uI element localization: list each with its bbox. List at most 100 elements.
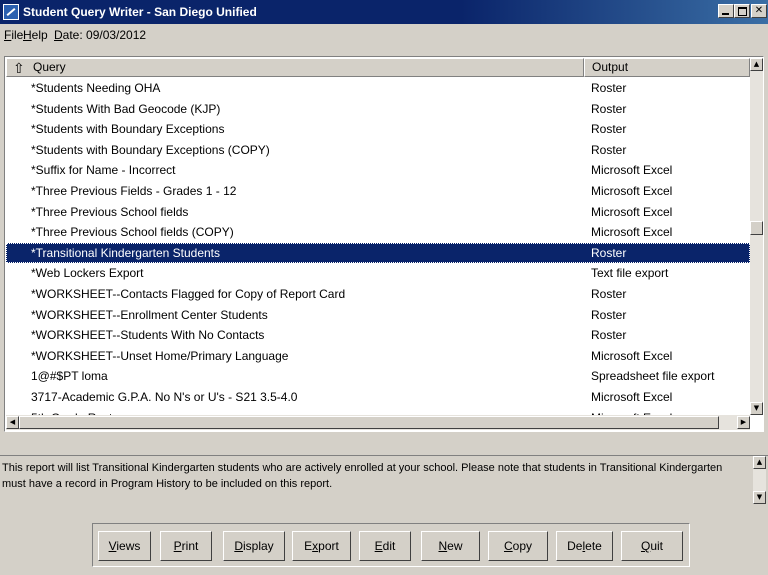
menu-help-key: H — [23, 28, 32, 42]
window-title: Student Query Writer - San Diego Unified — [23, 5, 257, 19]
output-type-cell: Roster — [591, 122, 627, 137]
query-rows: *Students Needing OHA Roster *Students Wit… — [6, 78, 750, 415]
output-type-cell: Roster — [591, 142, 627, 157]
query-name-cell: *Three Previous Fields - Grades 1 - 12 — [31, 183, 237, 198]
output-type-cell: Microsoft Excel — [591, 183, 673, 198]
new-button[interactable]: New — [421, 531, 480, 561]
copy-button[interactable]: Copy — [488, 531, 548, 561]
app-icon — [3, 4, 19, 20]
table-row[interactable]: *Three Previous School fields (COPY) Micr… — [6, 222, 750, 243]
menu-date-rest: ate: 09/03/2012 — [62, 28, 147, 42]
scroll-right-arrow-icon[interactable]: ▶ — [737, 416, 750, 429]
export-button[interactable]: Export — [292, 531, 351, 561]
output-type-cell: Microsoft Excel — [591, 348, 673, 363]
new-label-key: N — [438, 539, 448, 553]
edit-label-key: E — [374, 539, 383, 553]
query-name-cell: *Students Needing OHA — [31, 81, 161, 95]
vertical-scrollbar[interactable]: ▲ ▼ — [750, 58, 763, 415]
column-header-query[interactable]: ⇧ Query — [6, 58, 584, 77]
quit-label-key: Q — [640, 539, 651, 553]
copy-label-key: C — [503, 539, 513, 553]
close-button[interactable]: ✕ — [751, 4, 767, 18]
output-type-cell: Microsoft Excel — [591, 204, 673, 219]
sort-up-arrow-icon: ⇧ — [13, 60, 25, 76]
table-row[interactable]: 3717-Academic G.P.A. No N's or U's - S21… — [6, 387, 750, 408]
horizontal-scrollbar[interactable]: ◀ ▶ — [6, 415, 750, 430]
scroll-left-arrow-icon[interactable]: ◀ — [6, 416, 19, 429]
views-button[interactable]: Views — [98, 531, 151, 561]
table-row[interactable]: *Transitional Kindergarten Students Roste… — [6, 242, 750, 264]
query-name-cell: *WORKSHEET--Unset Home/Primary Language — [31, 348, 289, 363]
output-type-cell: Microsoft Excel — [591, 389, 673, 404]
output-type-cell: Spreadsheet file export — [591, 369, 715, 384]
table-row[interactable]: *WORKSHEET--Students With No Contacts Ros… — [6, 325, 750, 346]
query-name-cell: *Students with Boundary Exceptions — [31, 122, 225, 137]
menu-help[interactable]: Help — [23, 28, 48, 42]
delete-button[interactable]: Delete — [556, 531, 613, 561]
output-type-cell: Roster — [591, 81, 627, 95]
quit-label-post: uit — [650, 539, 664, 553]
new-label-post: ew — [447, 539, 463, 553]
description-scrollbar[interactable]: ▲ ▼ — [753, 456, 766, 504]
edit-label-post: dit — [382, 539, 396, 553]
menu-date-key: D — [54, 28, 63, 42]
table-row[interactable]: *Three Previous School fields Microsoft E… — [6, 202, 750, 223]
edit-button[interactable]: Edit — [359, 531, 411, 561]
description-scroll-up-icon[interactable]: ▲ — [753, 456, 766, 469]
table-row[interactable]: *WORKSHEET--Enrollment Center Students Ro… — [6, 305, 750, 326]
table-row[interactable]: *Students with Boundary Exceptions (COPY… — [6, 140, 750, 161]
table-row[interactable]: *Suffix for Name - Incorrect Microsoft Ex… — [6, 160, 750, 181]
column-header-output[interactable]: Output — [584, 58, 750, 77]
query-name-cell: *WORKSHEET--Contacts Flagged for Copy of… — [31, 286, 346, 301]
output-type-cell: Roster — [591, 328, 627, 343]
column-header-output-label: Output — [592, 60, 629, 74]
output-type-cell: Microsoft Excel — [591, 225, 673, 240]
query-name-cell: 3717-Academic G.P.A. No N's or U's - S21… — [31, 389, 298, 404]
minimize-button[interactable] — [718, 4, 734, 18]
query-name-cell: *Three Previous School fields — [31, 204, 189, 219]
query-name-cell: 5th Grade Roster — [31, 408, 123, 416]
query-name-cell: *Students With Bad Geocode (KJP) — [31, 101, 221, 116]
scroll-thumb[interactable] — [750, 221, 763, 235]
table-row[interactable]: *Web Lockers Export Text file export — [6, 263, 750, 284]
print-label-key: P — [173, 539, 182, 553]
output-type-cell: Roster — [591, 286, 627, 301]
table-row[interactable]: *Students With Bad Geocode (KJP) Roster — [6, 99, 750, 120]
output-type-cell: Roster — [591, 307, 627, 322]
title-bar[interactable]: Student Query Writer - San Diego Unified… — [0, 0, 768, 24]
table-row[interactable]: *WORKSHEET--Unset Home/Primary Language M… — [6, 346, 750, 367]
query-list[interactable]: ⇧ Query Output *Students Needing OHA Rost… — [4, 56, 764, 432]
display-label-key: D — [234, 539, 243, 553]
menu-date[interactable]: Date: 09/03/2012 — [54, 28, 146, 42]
table-row[interactable]: *Three Previous Fields - Grades 1 - 12 Mi… — [6, 181, 750, 202]
output-type-cell: Roster — [591, 245, 627, 260]
display-button[interactable]: Display — [223, 531, 285, 561]
menu-help-rest: elp — [31, 28, 48, 42]
table-row[interactable]: 5th Grade Roster Microsoft Excel — [6, 408, 750, 416]
table-row[interactable]: *WORKSHEET--Contacts Flagged for Copy of… — [6, 284, 750, 305]
views-label-post: iews — [116, 539, 141, 553]
column-header-query-label: Query — [33, 60, 66, 74]
description-panel: This report will list Transitional Kinde… — [0, 455, 768, 504]
export-label-post: port — [318, 539, 339, 553]
description-scroll-down-icon[interactable]: ▼ — [753, 491, 766, 504]
scroll-up-arrow-icon[interactable]: ▲ — [750, 58, 763, 71]
scroll-down-arrow-icon[interactable]: ▼ — [750, 402, 763, 415]
print-label-post: rint — [181, 539, 199, 553]
query-name-cell: *Three Previous School fields (COPY) — [31, 225, 234, 240]
table-row[interactable]: *Students Needing OHA Roster — [6, 78, 750, 99]
query-name-cell: *Suffix for Name - Incorrect — [31, 163, 176, 178]
table-row[interactable]: *Students with Boundary Exceptions Roster — [6, 119, 750, 140]
delete-label-pre: De — [567, 539, 583, 553]
query-name-cell: *Students with Boundary Exceptions (COPY… — [31, 142, 270, 157]
table-row[interactable]: 1@#$PT loma Spreadsheet file export — [6, 366, 750, 387]
menu-file[interactable]: File — [4, 28, 23, 42]
maximize-button[interactable] — [734, 4, 750, 18]
quit-button[interactable]: Quit — [621, 531, 683, 561]
output-type-cell: Roster — [591, 101, 627, 116]
horizontal-scroll-thumb[interactable] — [19, 416, 719, 429]
print-button[interactable]: Print — [160, 531, 212, 561]
query-name-cell: *WORKSHEET--Students With No Contacts — [31, 328, 265, 343]
query-name-cell: 1@#$PT loma — [31, 369, 108, 384]
output-type-cell: Text file export — [591, 266, 669, 281]
